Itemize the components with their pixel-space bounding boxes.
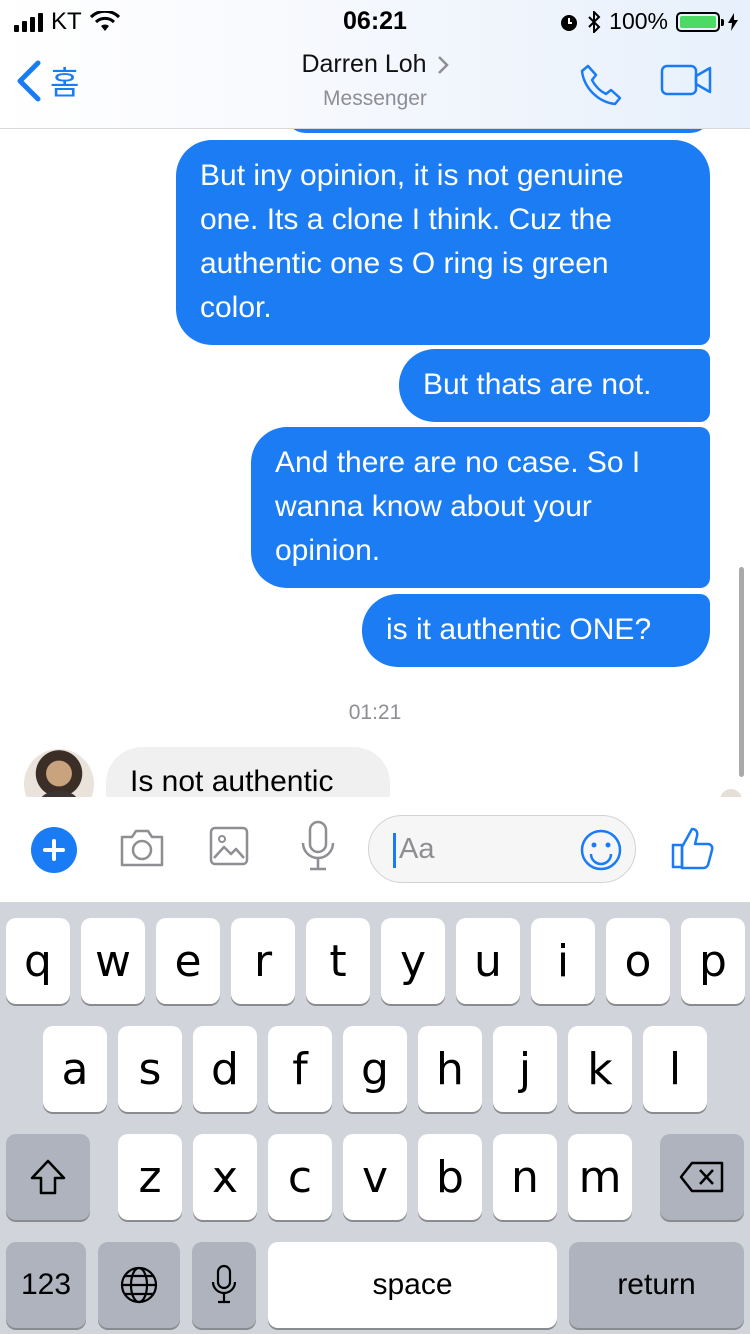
- message-input-placeholder: Aa: [399, 833, 435, 865]
- key-q[interactable]: q: [6, 918, 70, 1004]
- key-k[interactable]: k: [568, 1026, 632, 1112]
- battery-icon: [676, 11, 724, 32]
- globe-icon: [120, 1266, 158, 1304]
- key-p[interactable]: p: [681, 918, 745, 1004]
- backspace-icon: [679, 1161, 724, 1193]
- chevron-right-icon: [437, 55, 449, 74]
- message-bubble-outgoing[interactable]: But thats are not.: [399, 349, 710, 422]
- message-bubble-outgoing[interactable]: is it authentic ONE?: [362, 594, 710, 667]
- message-input[interactable]: Aa: [368, 815, 636, 883]
- message-bubble-incoming[interactable]: Is not authentic: [106, 747, 390, 797]
- key-i[interactable]: i: [531, 918, 595, 1004]
- video-call-icon[interactable]: [660, 62, 712, 98]
- key-x[interactable]: x: [193, 1134, 257, 1220]
- status-bar: KT 06:21 100%: [0, 0, 750, 40]
- alarm-icon: [561, 14, 578, 31]
- key-v[interactable]: v: [343, 1134, 407, 1220]
- key-u[interactable]: u: [456, 918, 520, 1004]
- key-b[interactable]: b: [418, 1134, 482, 1220]
- key-w[interactable]: w: [81, 918, 145, 1004]
- shift-key[interactable]: [6, 1134, 90, 1220]
- microphone-icon: [211, 1264, 237, 1304]
- keyboard: q w e r t y u i o p a s d f g h j k l z …: [0, 902, 750, 1334]
- message-bubble-partial[interactable]: [284, 129, 712, 133]
- text-caret: [393, 833, 396, 868]
- thumbs-up-icon[interactable]: [670, 825, 716, 871]
- composer-bar: Aa: [0, 797, 750, 902]
- backspace-key[interactable]: [660, 1134, 744, 1220]
- key-d[interactable]: d: [193, 1026, 257, 1112]
- key-r[interactable]: r: [231, 918, 295, 1004]
- charging-icon: [728, 12, 738, 31]
- conversation-header: 홈 Darren Loh Messenger: [0, 40, 750, 128]
- bluetooth-icon: [588, 10, 601, 33]
- key-f[interactable]: f: [268, 1026, 332, 1112]
- key-y[interactable]: y: [381, 918, 445, 1004]
- add-button[interactable]: [31, 827, 77, 873]
- key-h[interactable]: h: [418, 1026, 482, 1112]
- emoji-icon[interactable]: [579, 828, 623, 872]
- key-o[interactable]: o: [606, 918, 670, 1004]
- shift-icon: [30, 1159, 66, 1195]
- header-actions: [578, 62, 712, 108]
- return-key[interactable]: return: [569, 1242, 744, 1328]
- camera-icon[interactable]: [118, 825, 166, 869]
- key-z[interactable]: z: [118, 1134, 182, 1220]
- message-bubble-outgoing[interactable]: And there are no case. So I wanna know a…: [251, 427, 710, 588]
- key-e[interactable]: e: [156, 918, 220, 1004]
- key-c[interactable]: c: [268, 1134, 332, 1220]
- dictation-key[interactable]: [192, 1242, 256, 1328]
- message-list[interactable]: But iny opinion, it is not genuine one. …: [0, 129, 750, 797]
- key-t[interactable]: t: [306, 918, 370, 1004]
- globe-key[interactable]: [98, 1242, 180, 1328]
- key-a[interactable]: a: [43, 1026, 107, 1112]
- microphone-icon[interactable]: [298, 819, 338, 875]
- message-timestamp: 01:21: [348, 701, 402, 724]
- key-m[interactable]: m: [568, 1134, 632, 1220]
- status-right: 100%: [559, 8, 738, 35]
- space-key[interactable]: space: [268, 1242, 557, 1328]
- contact-name[interactable]: Darren Loh: [301, 50, 426, 79]
- key-g[interactable]: g: [343, 1026, 407, 1112]
- numbers-key[interactable]: 123: [6, 1242, 86, 1328]
- contact-avatar[interactable]: [24, 749, 94, 797]
- key-s[interactable]: s: [118, 1026, 182, 1112]
- phone-call-icon[interactable]: [578, 62, 624, 108]
- key-j[interactable]: j: [493, 1026, 557, 1112]
- battery-percent: 100%: [609, 8, 668, 34]
- top-bar: KT 06:21 100% 홈 Darren Loh Messenger: [0, 0, 750, 129]
- photo-gallery-icon[interactable]: [208, 825, 250, 867]
- scroll-indicator: [739, 567, 744, 777]
- message-bubble-outgoing[interactable]: But iny opinion, it is not genuine one. …: [176, 140, 710, 345]
- key-n[interactable]: n: [493, 1134, 557, 1220]
- key-l[interactable]: l: [643, 1026, 707, 1112]
- seen-avatar: [720, 789, 742, 797]
